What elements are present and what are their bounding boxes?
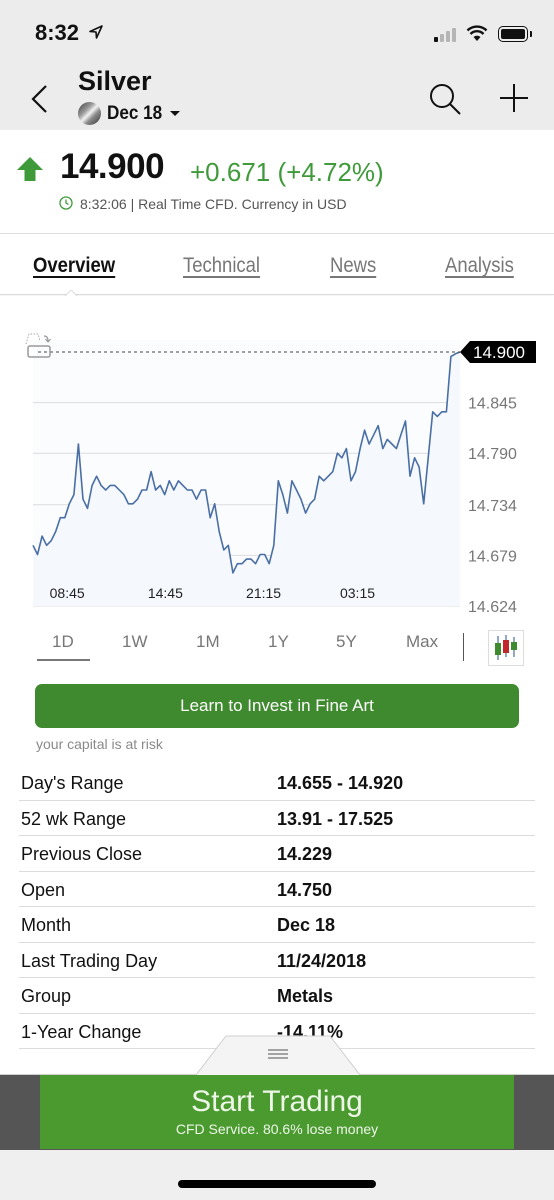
stat-label: Open xyxy=(21,879,66,900)
stat-value: 14.655 - 14.920 xyxy=(277,773,404,793)
candlestick-icon xyxy=(495,635,517,660)
home-indicator[interactable] xyxy=(178,1180,376,1188)
stat-value: Dec 18 xyxy=(277,915,336,935)
y-tick-label: 14.790 xyxy=(468,446,517,463)
wifi-icon xyxy=(466,25,488,41)
stat-label: Last Trading Day xyxy=(21,950,158,971)
start-trading-button[interactable]: Start Trading CFD Service. 80.6% lose mo… xyxy=(40,1075,514,1149)
status-bar: 8:32 xyxy=(0,0,554,62)
stat-value: 11/24/2018 xyxy=(277,950,367,971)
tab-overview[interactable]: Overview xyxy=(33,254,115,278)
back-chevron-icon[interactable] xyxy=(28,82,52,116)
price-change: +0.671 (+4.72%) xyxy=(190,157,384,187)
search-icon[interactable] xyxy=(428,82,462,116)
caret-down-icon xyxy=(170,111,181,116)
stat-label: Day's Range xyxy=(21,773,124,793)
y-tick-label: 14.845 xyxy=(468,396,517,413)
stat-label: Previous Close xyxy=(21,844,143,864)
x-tick-label: 08:45 xyxy=(50,585,85,601)
last-price-label: 14.900 xyxy=(460,341,536,363)
y-tick-label: 14.624 xyxy=(468,599,517,616)
price-chart[interactable]: 08:45 14:45 21:15 03:15 14.845 14.790 14.734 1… xyxy=(0,296,554,616)
range-selector: 1D 1W 1M 1Y 5Y Max xyxy=(0,622,554,666)
chart-svg: 08:45 14:45 21:15 03:15 14.845 14.790 14.734 1… xyxy=(25,333,536,616)
silver-icon xyxy=(78,102,101,125)
y-tick-label: 14.679 xyxy=(468,548,517,565)
home-area xyxy=(0,1150,554,1200)
risk-note: your capital is at risk xyxy=(36,736,163,752)
tab-bar: Overview Technical News Analysis xyxy=(0,234,554,295)
start-trading-title: Start Trading xyxy=(191,1085,363,1118)
battery-cap xyxy=(530,31,532,37)
battery-icon xyxy=(498,26,528,42)
cellular-signal-icon xyxy=(434,27,456,42)
x-tick-label: 14:45 xyxy=(148,585,183,601)
contract-selector[interactable]: Dec 18 xyxy=(78,102,181,125)
quote-panel: 14.900 +0.671 (+4.72%) 8:32:06 | Real Ti… xyxy=(0,130,554,234)
stat-value: 14.229 xyxy=(277,844,333,864)
x-tick-label: 21:15 xyxy=(246,585,281,601)
location-arrow-icon xyxy=(89,25,103,39)
stat-value: 13.91 - 17.525 xyxy=(277,808,394,829)
y-tick-label: 14.734 xyxy=(468,498,517,515)
stat-value: Metals xyxy=(277,986,334,1006)
table-row: Group Metals xyxy=(19,978,535,1014)
quote-timestamp: 8:32:06 | Real Time CFD. Currency in USD xyxy=(80,196,347,212)
stat-value: 14.750 xyxy=(277,879,333,900)
range-1y[interactable]: 1Y xyxy=(268,632,289,652)
stat-label: 1-Year Change xyxy=(21,1021,142,1042)
contract-label: Dec 18 xyxy=(107,102,163,124)
status-time: 8:32 xyxy=(35,20,80,45)
range-5y[interactable]: 5Y xyxy=(336,632,357,652)
tab-technical[interactable]: Technical xyxy=(183,254,260,278)
table-row: 52 wk Range 13.91 - 17.525 xyxy=(19,801,535,836)
table-row: Last Trading Day 11/24/2018 xyxy=(19,943,535,978)
candlestick-chart-toggle[interactable] xyxy=(488,630,524,666)
tab-analysis[interactable]: Analysis xyxy=(445,254,514,278)
range-divider xyxy=(463,633,464,661)
start-trading-subtitle: CFD Service. 80.6% lose money xyxy=(175,1121,379,1137)
stat-label: Group xyxy=(21,986,72,1006)
key-stats-table: Day's Range 14.655 - 14.920 52 wk Range 13… xyxy=(19,765,535,1049)
nav-bar: Silver Dec 18 xyxy=(0,62,554,130)
table-row: Open 14.750 xyxy=(19,872,535,907)
last-price: 14.900 xyxy=(60,147,165,186)
clock-icon xyxy=(59,196,73,210)
range-1d[interactable]: 1D xyxy=(52,632,74,652)
tab-news[interactable]: News xyxy=(330,254,376,278)
table-row: Day's Range 14.655 - 14.920 xyxy=(19,765,535,801)
table-row: Month Dec 18 xyxy=(19,907,535,943)
x-tick-label: 03:15 xyxy=(340,585,375,601)
table-row: Previous Close 14.229 xyxy=(19,836,535,872)
range-1w[interactable]: 1W xyxy=(122,632,148,652)
stat-label: 52 wk Range xyxy=(21,808,127,829)
range-1m[interactable]: 1M xyxy=(196,632,220,652)
stat-label: Month xyxy=(21,915,72,935)
add-icon[interactable] xyxy=(498,82,530,114)
range-max[interactable]: Max xyxy=(406,632,438,652)
last-price-label-text: 14.900 xyxy=(473,343,525,362)
learn-invest-button[interactable]: Learn to Invest in Fine Art xyxy=(35,684,519,728)
up-arrow-icon xyxy=(17,157,43,181)
range-selected-underline xyxy=(37,659,90,661)
drawer-handle[interactable] xyxy=(196,1034,360,1076)
instrument-title: Silver xyxy=(78,66,152,96)
